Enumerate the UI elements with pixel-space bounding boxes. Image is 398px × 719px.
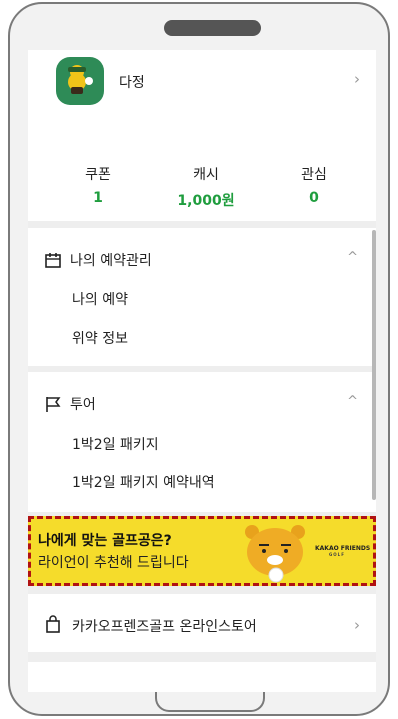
stat-label: 캐시 xyxy=(193,167,219,183)
scrollbar[interactable] xyxy=(372,230,376,500)
tour-title: 투어 xyxy=(70,397,96,413)
screen: 다정 › 쿠폰 1 캐시 1,000원 관심 0 나의 예약관리 ^ 나의 예약… xyxy=(28,50,376,692)
reservation-title: 나의 예약관리 xyxy=(70,253,152,269)
bottom-card xyxy=(28,662,376,692)
stat-label: 관심 xyxy=(301,167,327,183)
menu-item-package[interactable]: 1박2일 패키지 xyxy=(72,434,159,454)
stat-favorite[interactable]: 관심 0 xyxy=(274,164,354,206)
golf-ball-banner[interactable]: 나에게 맞는 골프공은? 라이언이 추천해 드립니다 KAKAO FRIENDS xyxy=(28,516,376,586)
reservation-header[interactable]: 나의 예약관리 xyxy=(44,250,152,270)
profile-row[interactable]: 다정 › xyxy=(28,50,376,136)
chevron-up-icon[interactable]: ^ xyxy=(347,250,358,265)
brand-name: KAKAO FRIENDS xyxy=(315,545,371,552)
banner-title: 나에게 맞는 골프공은? xyxy=(38,533,172,549)
stat-value: 1,000원 xyxy=(177,193,235,209)
calendar-icon xyxy=(44,251,62,269)
stat-label: 쿠폰 xyxy=(85,167,111,183)
shopping-bag-icon xyxy=(44,615,62,633)
stat-cash[interactable]: 캐시 1,000원 xyxy=(166,164,246,210)
chevron-right-icon: › xyxy=(354,70,360,88)
tour-section: 투어 ^ 1박2일 패키지 1박2일 패키지 예약내역 xyxy=(28,372,376,512)
flag-icon xyxy=(44,395,62,413)
stat-coupon[interactable]: 쿠폰 1 xyxy=(58,164,138,206)
profile-name: 다정 xyxy=(119,75,145,91)
phone-speaker xyxy=(164,20,261,36)
phone-frame: 다정 › 쿠폰 1 캐시 1,000원 관심 0 나의 예약관리 ^ 나의 예약… xyxy=(8,2,390,716)
stat-value: 1 xyxy=(93,190,103,206)
tour-header[interactable]: 투어 xyxy=(44,394,96,414)
brand-sub: GOLF xyxy=(329,552,345,557)
chevron-right-icon: › xyxy=(354,616,360,634)
store-label: 카카오프렌즈골프 온라인스토어 xyxy=(72,619,257,635)
chevron-up-icon[interactable]: ^ xyxy=(347,394,358,409)
online-store-row[interactable]: 카카오프렌즈골프 온라인스토어 › xyxy=(28,594,376,652)
ryan-character-icon xyxy=(240,520,310,584)
menu-item-my-reservation[interactable]: 나의 예약 xyxy=(72,289,128,309)
banner-subtitle: 라이언이 추천해 드립니다 xyxy=(38,555,189,571)
stats-row: 쿠폰 1 캐시 1,000원 관심 0 xyxy=(28,136,376,221)
menu-item-penalty-info[interactable]: 위약 정보 xyxy=(72,328,128,348)
reservation-section: 나의 예약관리 ^ 나의 예약 위약 정보 xyxy=(28,228,376,366)
home-button[interactable] xyxy=(155,692,265,712)
character-avatar-icon xyxy=(56,57,104,105)
brand-logo: KAKAO FRIENDS GOLF xyxy=(315,545,375,557)
menu-item-package-history[interactable]: 1박2일 패키지 예약내역 xyxy=(72,472,215,492)
stat-value: 0 xyxy=(309,190,319,206)
